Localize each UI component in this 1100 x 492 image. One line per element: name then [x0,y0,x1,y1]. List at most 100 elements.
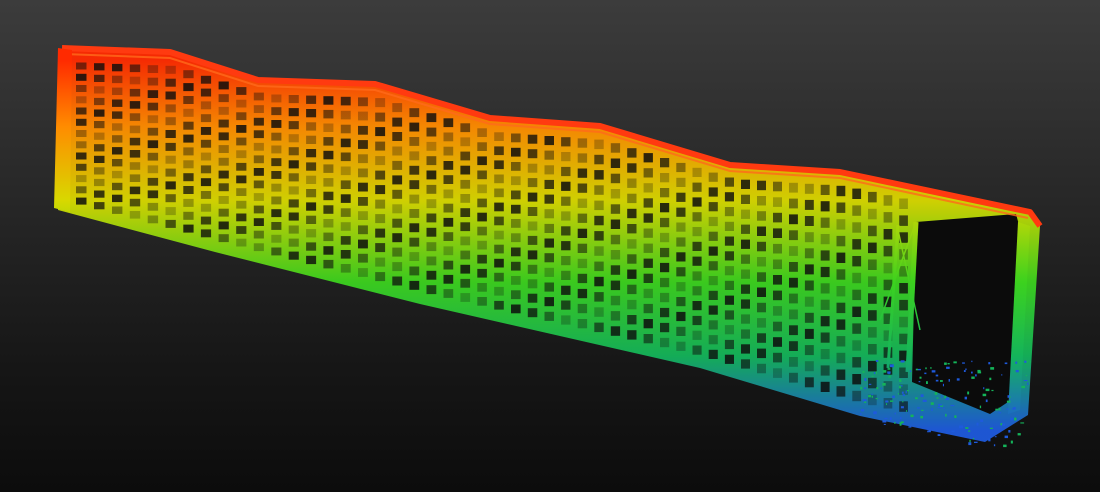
window-cell [94,121,105,129]
window-cell [820,283,830,294]
window-cell [271,183,282,192]
window-cell [340,222,351,231]
window-cell [306,189,317,198]
window-cell [443,232,454,241]
window-cell [676,311,686,322]
debris-point [965,427,969,429]
window-cell [852,357,862,368]
window-cell [883,262,893,274]
window-cell [236,150,247,159]
window-cell [112,99,123,107]
window-cell [94,97,105,106]
window-cell [594,322,604,333]
window-cell [271,120,282,128]
window-cell [724,280,734,290]
window-cell [741,194,750,204]
point-cloud-viewport[interactable] [0,0,1100,492]
debris-point [873,372,876,374]
window-cell [708,231,718,241]
window-cell [692,301,702,311]
window-cell [789,246,798,256]
window-cell [660,217,670,228]
window-cell [426,256,437,266]
window-cell [741,269,750,279]
window-cell [577,243,588,253]
debris-point [871,393,874,395]
debris-point [1008,430,1011,433]
window-cell [409,165,420,175]
window-cell [577,303,588,314]
window-cell [627,269,637,279]
debris-point [968,430,971,432]
window-cell [392,204,403,214]
window-cell [610,326,621,336]
window-cell [271,145,282,154]
window-cell [676,252,686,262]
window-cell [544,165,554,175]
window-cell [804,264,814,275]
window-cell [741,344,750,354]
window-cell [820,349,830,360]
window-cell [409,108,420,118]
window-cell [836,369,846,380]
debris-point [988,362,991,365]
debris-point [887,368,891,370]
window-cell [820,299,830,310]
window-cell [676,207,686,217]
window-cell [288,173,299,182]
window-cell [594,185,604,195]
window-cell [375,228,386,238]
window-cell [852,390,862,402]
window-cell [443,161,454,170]
debris-point [902,394,906,396]
window-cell [561,300,571,310]
window-cell [426,184,437,194]
window-cell [392,218,403,228]
debris-point [976,422,979,426]
window-cell [708,276,718,286]
window-cell [627,163,637,173]
window-cell [288,134,299,143]
window-cell [708,172,718,182]
window-cell [392,276,403,286]
window-cell [218,208,229,217]
debris-point [920,394,924,397]
window-cell [392,189,403,199]
window-cell [527,250,538,260]
window-cell [676,177,686,187]
window-cell [804,216,814,226]
window-cell [577,168,588,178]
debris-point [994,436,997,438]
window-cell [789,372,798,383]
window-cell [852,374,862,385]
debris-point [944,395,947,399]
debris-point [967,391,970,395]
window-cell [218,119,229,128]
window-cell [676,267,686,277]
window-cell [460,236,471,246]
window-cell [129,198,141,207]
window-cell [94,178,105,187]
window-cell [724,354,734,364]
window-cell [147,215,159,224]
window-cell [288,186,299,195]
debris-point [1026,360,1028,363]
window-cell [820,250,830,261]
window-cell [643,228,653,238]
window-cell [883,195,893,206]
window-cell [112,111,123,119]
window-cell [627,193,637,204]
debris-point [860,386,863,390]
window-cell [76,85,87,92]
window-cell [527,221,538,231]
window-cell [288,238,299,247]
window-cell [271,107,282,116]
point-cloud-canvas[interactable] [0,0,1100,492]
window-cell [511,233,521,243]
window-cell [183,160,194,169]
window-cell [358,182,368,192]
window-cell [789,214,798,225]
window-cell [643,273,653,283]
window-cell [610,158,621,168]
window-cell [443,189,454,199]
